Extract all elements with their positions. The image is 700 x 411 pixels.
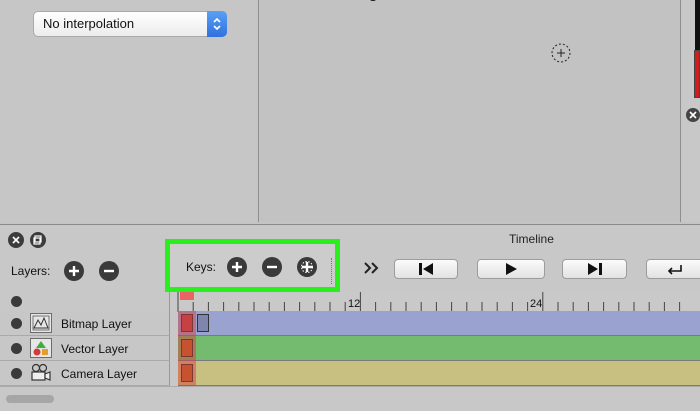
drawing-canvas[interactable] bbox=[260, 0, 681, 222]
loop-icon bbox=[667, 265, 682, 275]
vector-layer-track[interactable] bbox=[178, 336, 700, 361]
visibility-toggle[interactable] bbox=[11, 368, 22, 379]
color-swatch-red[interactable] bbox=[694, 50, 700, 98]
remove-key-button[interactable] bbox=[262, 257, 282, 282]
keyframe[interactable] bbox=[181, 339, 193, 357]
layer-header: Camera Layer bbox=[0, 361, 170, 386]
timeline-ruler[interactable]: 12 24 bbox=[0, 292, 700, 312]
color-swatch-black[interactable] bbox=[695, 0, 700, 50]
bitmap-layer-icon bbox=[30, 313, 52, 333]
keyframe[interactable] bbox=[181, 364, 193, 382]
layer-name: Camera Layer bbox=[61, 367, 138, 381]
camera-pivot-icon[interactable] bbox=[550, 42, 572, 64]
play-icon bbox=[506, 263, 517, 275]
interpolation-select[interactable]: No interpolation bbox=[33, 11, 227, 37]
close-icon[interactable] bbox=[8, 232, 24, 248]
keys-label: Keys: bbox=[186, 260, 217, 274]
interpolation-select-value: No interpolation bbox=[43, 16, 135, 31]
camera-layer-track[interactable] bbox=[178, 361, 700, 386]
playhead-marker[interactable] bbox=[180, 292, 194, 300]
timeline-title: Timeline bbox=[509, 232, 554, 246]
keys-highlight-box: Keys: bbox=[165, 239, 340, 292]
duplicate-key-button[interactable] bbox=[297, 257, 317, 282]
timeline-footer bbox=[0, 386, 700, 411]
horizontal-scrollbar[interactable] bbox=[6, 395, 54, 403]
skip-forward-icon bbox=[587, 263, 602, 275]
layer-name: Vector Layer bbox=[61, 342, 129, 356]
layer-header: Bitmap Layer bbox=[0, 311, 170, 336]
layer-name: Bitmap Layer bbox=[61, 317, 132, 331]
vector-layer-icon bbox=[30, 338, 52, 358]
ruler-label: 24 bbox=[530, 298, 543, 310]
layer-row[interactable]: Camera Layer bbox=[0, 361, 700, 386]
canvas-handle-icon[interactable] bbox=[366, 0, 380, 4]
ruler-header bbox=[0, 292, 170, 312]
skip-back-icon bbox=[419, 263, 433, 275]
keyframe[interactable] bbox=[197, 314, 209, 332]
camera-layer-icon bbox=[30, 363, 52, 383]
visibility-toggle[interactable] bbox=[11, 318, 22, 329]
more-controls-icon[interactable] bbox=[362, 260, 382, 281]
layer-row[interactable]: Vector Layer bbox=[0, 336, 700, 361]
play-button[interactable] bbox=[477, 259, 545, 279]
close-icon[interactable] bbox=[686, 108, 700, 122]
layer-header: Vector Layer bbox=[0, 336, 170, 361]
layers-label: Layers: bbox=[11, 264, 51, 278]
visibility-toggle[interactable] bbox=[11, 343, 22, 354]
layer-row[interactable]: Bitmap Layer bbox=[0, 311, 700, 336]
loop-button[interactable] bbox=[646, 259, 700, 279]
properties-panel: No interpolation bbox=[0, 0, 259, 222]
remove-layer-button[interactable] bbox=[99, 261, 119, 286]
detach-icon[interactable] bbox=[30, 232, 46, 248]
ruler-ticks bbox=[177, 292, 681, 312]
bitmap-layer-track[interactable] bbox=[178, 311, 700, 336]
toolbar-separator bbox=[331, 258, 332, 284]
add-key-button[interactable] bbox=[227, 257, 247, 282]
ruler-label: 12 bbox=[348, 298, 361, 310]
add-layer-button[interactable] bbox=[64, 261, 84, 286]
visibility-all-toggle[interactable] bbox=[11, 296, 22, 307]
select-arrows-icon[interactable] bbox=[207, 11, 227, 37]
keyframe[interactable] bbox=[181, 314, 193, 332]
previous-frame-button[interactable] bbox=[394, 259, 458, 279]
next-frame-button[interactable] bbox=[562, 259, 627, 279]
